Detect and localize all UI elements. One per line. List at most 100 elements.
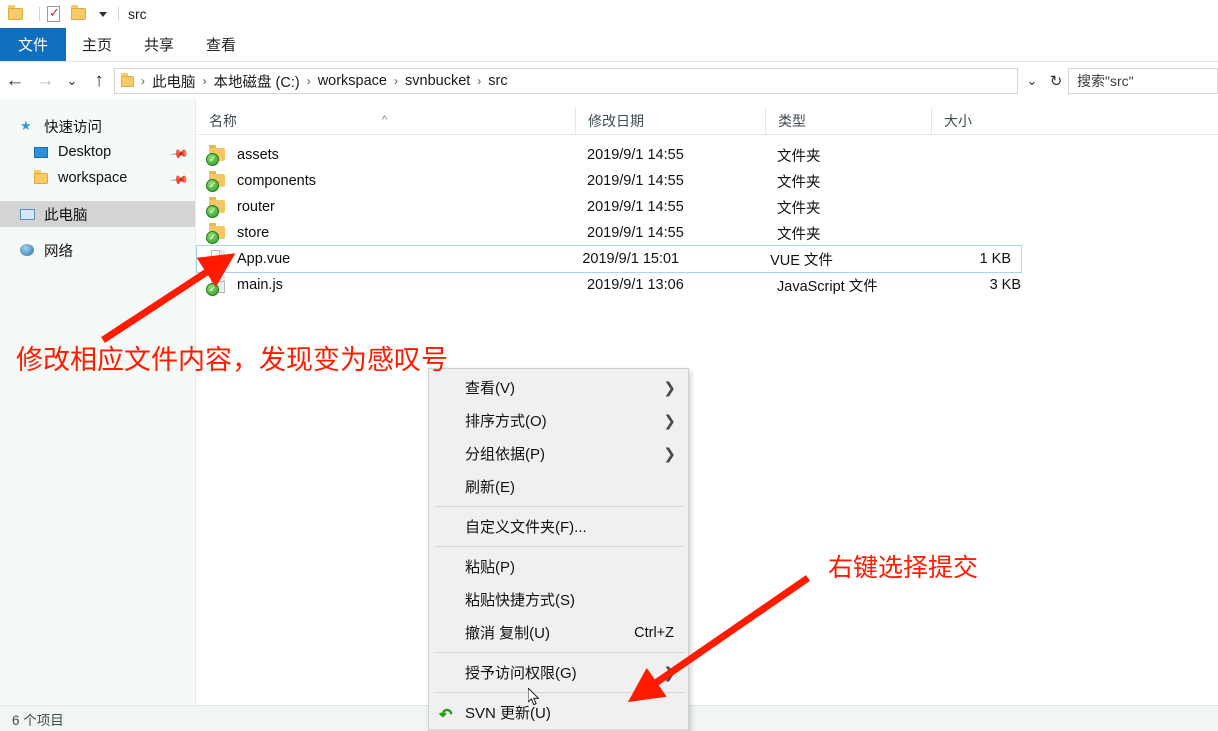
folder-icon: ✓ [206, 171, 229, 192]
column-header-size[interactable]: 大小 [931, 106, 1031, 135]
breadcrumb-item-0[interactable]: 此电脑 [150, 71, 198, 92]
column-header-date[interactable]: 修改日期 [575, 106, 765, 135]
navigation-pane: ★ 快速访问 Desktop 📌 workspace 📌 此电脑 网络 [0, 99, 196, 705]
menu-item-label: 分组依据(P) [465, 446, 545, 463]
table-row[interactable]: ! App.vue 2019/9/1 15:01 VUE 文件 1 KB [196, 245, 1022, 273]
menu-item-paste[interactable]: 粘贴(P) [429, 550, 688, 583]
sidebar-item-desktop[interactable]: Desktop 📌 [0, 139, 195, 165]
menu-item-svn-update[interactable]: ↶ SVN 更新(U) [429, 696, 688, 729]
menu-item-customize-folder[interactable]: 自定义文件夹(F)... [429, 510, 688, 543]
file-type-cell: 文件夹 [777, 200, 821, 217]
menu-item-grant-access[interactable]: 授予访问权限(G) ❯ [429, 656, 688, 689]
sidebar-item-workspace[interactable]: workspace 📌 [0, 165, 195, 191]
sidebar-item-this-pc[interactable]: 此电脑 [0, 201, 195, 227]
column-headers: 名称 ^ 修改日期 类型 大小 [197, 106, 1218, 135]
table-row[interactable]: ✓ store 2019/9/1 14:55 文件夹 [197, 220, 1218, 246]
computer-icon [20, 208, 38, 220]
column-header-type[interactable]: 类型 [765, 106, 931, 135]
sidebar-item-quick-access[interactable]: ★ 快速访问 [0, 113, 195, 139]
menu-item-paste-shortcut[interactable]: 粘贴快捷方式(S) [429, 583, 688, 616]
tab-file[interactable]: 文件 [0, 28, 66, 61]
file-name-label: router [237, 199, 275, 215]
properties-icon[interactable] [47, 4, 67, 24]
menu-item-label: 粘贴快捷方式(S) [465, 592, 575, 609]
ribbon-tabs: 文件 主页 共享 查看 [0, 28, 1218, 62]
table-row[interactable]: ✓ components 2019/9/1 14:55 文件夹 [197, 168, 1218, 194]
breadcrumb-item-4[interactable]: src [486, 73, 509, 89]
file-type-cell: 文件夹 [777, 226, 821, 243]
chevron-right-icon: ❯ [663, 379, 676, 397]
folder-icon [34, 169, 52, 184]
file-type-cell: VUE 文件 [770, 252, 833, 269]
breadcrumb[interactable]: › 此电脑 › 本地磁盘 (C:) › workspace › svnbucke… [114, 68, 1018, 94]
svn-normal-overlay: ✓ [206, 179, 219, 192]
file-date-cell: 2019/9/1 15:01 [582, 251, 680, 267]
menu-item-view[interactable]: 查看(V) ❯ [429, 371, 688, 404]
svn-update-icon: ↶ [439, 707, 453, 724]
table-row[interactable]: ✓ router 2019/9/1 14:55 文件夹 [197, 194, 1218, 220]
svn-normal-overlay: ✓ [206, 231, 219, 244]
sidebar-item-label: workspace [58, 170, 128, 186]
title-bar: src [0, 0, 1218, 28]
menu-item-label: 查看(V) [465, 380, 515, 397]
sidebar-item-label: 此电脑 [44, 207, 88, 224]
recent-locations-icon[interactable]: ⌄ [60, 66, 84, 96]
new-folder-icon[interactable] [71, 4, 91, 24]
file-type-cell: 文件夹 [777, 148, 821, 165]
breadcrumb-item-3[interactable]: svnbucket [403, 73, 472, 89]
up-arrow-icon[interactable]: ↑ [84, 66, 114, 96]
explorer-window: src 文件 主页 共享 查看 ← → ⌄ ↑ › 此电脑 › 本地磁盘 (C:… [0, 0, 1218, 731]
annotation-text-file: 修改相应文件内容，发现变为感叹号 [16, 345, 448, 376]
forward-arrow-icon[interactable]: → [30, 66, 60, 96]
star-icon: ★ [20, 118, 32, 133]
breadcrumb-sep: › [394, 74, 398, 88]
back-arrow-icon[interactable]: ← [0, 66, 30, 96]
breadcrumb-item-1[interactable]: 本地磁盘 (C:) [212, 71, 302, 92]
vue-file-icon: ! [206, 249, 229, 270]
sidebar-item-network[interactable]: 网络 [0, 237, 195, 263]
column-header-name[interactable]: 名称 ^ [197, 107, 575, 135]
file-date-cell: 2019/9/1 14:55 [587, 225, 684, 241]
table-row[interactable]: ✓ assets 2019/9/1 14:55 文件夹 [197, 142, 1218, 168]
tab-home[interactable]: 主页 [66, 28, 128, 61]
annotation-text-menu: 右键选择提交 [828, 553, 979, 582]
path-folder-icon [121, 72, 134, 87]
menu-separator [435, 692, 684, 693]
table-row[interactable]: ✓ main.js 2019/9/1 13:06 JavaScript 文件 3… [197, 272, 1218, 298]
tab-share[interactable]: 共享 [128, 28, 190, 61]
sidebar-item-label: 网络 [44, 243, 73, 260]
mouse-cursor [528, 688, 540, 706]
divider [118, 7, 119, 21]
menu-item-sort-by[interactable]: 排序方式(O) ❯ [429, 404, 688, 437]
tab-view[interactable]: 查看 [190, 28, 252, 61]
file-name-label: main.js [237, 277, 283, 293]
chevron-down-icon[interactable] [99, 11, 107, 17]
file-name-label: components [237, 173, 316, 189]
folder-icon[interactable] [8, 4, 28, 24]
file-type-cell: JavaScript 文件 [777, 278, 878, 295]
address-history-icon[interactable]: ⌄ [1020, 66, 1044, 96]
file-name-cell: ✓ main.js [197, 275, 575, 296]
file-size-cell: 3 KB [989, 277, 1021, 293]
menu-item-undo-copy[interactable]: 撤消 复制(U) Ctrl+Z [429, 616, 688, 649]
menu-item-refresh[interactable]: 刷新(E) [429, 470, 688, 503]
menu-item-group-by[interactable]: 分组依据(P) ❯ [429, 437, 688, 470]
sidebar-item-label: Desktop [58, 144, 112, 160]
pin-icon[interactable]: 📌 [169, 170, 189, 190]
file-name-cell: ✓ store [197, 223, 575, 244]
chevron-right-icon: ❯ [663, 664, 676, 682]
file-date-cell: 2019/9/1 14:55 [587, 199, 684, 215]
file-name-cell: ✓ assets [197, 145, 575, 166]
refresh-icon[interactable]: ↻ [1044, 66, 1068, 96]
js-file-icon: ✓ [206, 275, 229, 296]
menu-item-label: 刷新(E) [465, 479, 515, 496]
menu-item-label: 粘贴(P) [465, 559, 515, 576]
pin-icon[interactable]: 📌 [169, 144, 189, 164]
menu-item-label: 排序方式(O) [465, 413, 547, 430]
file-size-cell: 1 KB [979, 251, 1011, 267]
search-input[interactable]: 搜索"src" [1068, 68, 1218, 94]
menu-item-accelerator: Ctrl+Z [634, 624, 674, 641]
folder-icon: ✓ [206, 145, 229, 166]
breadcrumb-item-2[interactable]: workspace [316, 73, 389, 89]
svn-normal-overlay: ✓ [206, 205, 219, 218]
